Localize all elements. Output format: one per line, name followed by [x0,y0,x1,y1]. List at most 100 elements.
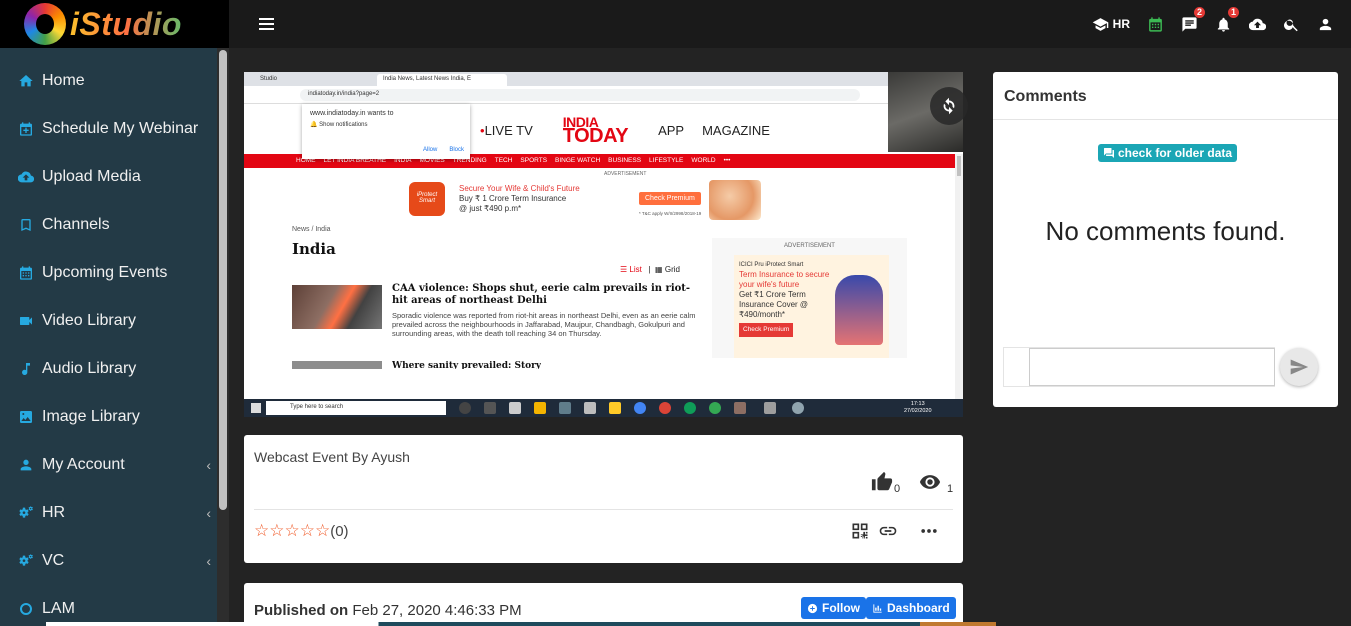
profile-button[interactable] [1317,16,1334,33]
site-heading: India [292,240,336,258]
recorded-browser-tabs: Studio India News, Latest News India, E [244,72,888,86]
cogs-icon [19,554,33,566]
article2-thumbnail [292,361,382,369]
sidebar-item-label: Video Library [42,312,136,329]
hr-menu[interactable]: HR [1092,16,1130,33]
sidebar-item-label: Audio Library [42,360,137,377]
taskbar-app-icon [792,402,804,414]
site-magazine: MAGAZINE [702,122,770,138]
notifications-button[interactable]: 1 [1215,6,1239,33]
sidebar-item-audio-library[interactable]: Audio Library [0,345,215,393]
notifications-badge: 1 [1227,6,1239,18]
taskbar-app-icon [509,402,521,414]
sidebar-item-video-library[interactable]: Video Library [0,297,215,345]
sidebar-item-upload-media[interactable]: Upload Media [0,153,215,201]
star-rating-icons[interactable]: ☆☆☆☆☆ [254,521,330,540]
dashboard-button[interactable]: Dashboard [866,597,956,619]
user-icon [20,459,32,471]
comments-icon [1104,148,1114,158]
upload-button[interactable] [1249,16,1266,33]
video-icon [20,317,32,325]
sidebar-item-lam[interactable]: LAM [0,585,215,626]
more-horizontal-icon [921,529,937,533]
bottom-content-edge [46,622,996,626]
sidebar-item-schedule-webinar[interactable]: Schedule My Webinar [0,105,215,153]
article-body: Sporadic violence was reported from riot… [392,311,696,338]
rating-count: (0) [330,523,349,540]
recorded-tab: Studio [260,76,278,82]
sidebar-item-label: Channels [42,216,110,233]
site-ad-label: ADVERTISEMENT [604,171,647,177]
messages-button[interactable]: 2 [1181,6,1205,33]
sidebar-item-my-account[interactable]: My Account ‹ [0,441,215,489]
thumbs-up-icon [871,471,893,491]
sidebar-item-label: Schedule My Webinar [42,120,199,137]
video-player[interactable]: Studio India News, Latest News India, E … [244,72,963,417]
windows-start-icon [251,403,261,413]
taskbar-search: Type here to search [266,401,446,415]
sidebar: Home Schedule My Webinar Upload Media Ch… [0,48,229,626]
calendar-button[interactable] [1147,16,1164,33]
taskbar-app-icon [634,402,646,414]
sidebar-item-hr[interactable]: HR ‹ [0,489,215,537]
like-button[interactable]: 0 [871,471,900,495]
search-icon [1284,19,1298,31]
user-icon [1319,18,1332,30]
sidebar-scrollbar[interactable] [219,50,227,510]
recorded-tab-active: India News, Latest News India, E [377,74,507,86]
top-bar: iStudio HR 2 1 [0,0,1351,48]
menu-toggle-icon[interactable] [259,18,274,31]
qr-code-icon [852,523,868,539]
comments-panel: Comments check for older data No comment… [993,72,1338,407]
logo-text: iStudio [70,5,182,42]
sidebar-item-label: My Account [42,456,125,473]
follow-button[interactable]: Follow [801,597,866,619]
comment-input[interactable] [1029,348,1275,386]
recorded-notification-popup: www.indiatoday.in wants to 🔔 Show notifi… [302,104,470,159]
link-icon [879,526,897,536]
hr-label: HR [1112,17,1130,31]
taskbar-app-icon [734,402,746,414]
taskbar-app-icon [584,402,596,414]
taskbar-app-icon [609,402,621,414]
messages-badge: 2 [1193,6,1205,18]
check-older-data-button[interactable]: check for older data [1098,144,1238,162]
sidebar-item-label: LAM [42,600,75,617]
site-header: •LIVE TV INDIA TODAY APP MAGAZINE [480,114,770,147]
sidebar-item-home[interactable]: Home [0,57,215,105]
ad-brand-badge: iProtect Smart [409,182,445,216]
qr-code-button[interactable] [850,521,870,541]
recorded-address-bar: indiatoday.in/india?page=2 [244,86,888,104]
published-label: Published on [254,602,349,619]
chevron-left-icon: ‹ [206,505,211,521]
cloud-upload-icon [1249,18,1266,30]
copy-link-button[interactable] [878,521,898,541]
graduation-cap-icon [1092,17,1108,31]
sidebar-item-label: VC [42,552,65,569]
article-title: CAA violence: Shops shut, eerie calm pre… [392,283,691,306]
rating-stars[interactable]: ☆☆☆☆☆(0) [254,521,349,541]
divider [254,509,953,510]
message-icon [1182,16,1197,32]
refresh-stream-button[interactable] [930,87,968,125]
bell-icon [1217,17,1230,32]
sidebar-item-channels[interactable]: Channels [0,201,215,249]
sidebar-item-vc[interactable]: VC ‹ [0,537,215,585]
send-comment-button[interactable] [1280,348,1318,386]
event-title: Webcast Event By Ayush [254,449,410,465]
calendar-icon [20,266,32,280]
sidebar-item-image-library[interactable]: Image Library [0,393,215,441]
more-options-button[interactable] [919,521,939,541]
logo-mark-icon [24,3,66,45]
recorded-url: indiatoday.in/india?page=2 [300,89,860,101]
comment-input-wrapper [1003,347,1275,387]
taskbar-app-icon [459,402,471,414]
taskbar-app-icon [659,402,671,414]
taskbar-app-icon [534,402,546,414]
site-live-tv: LIVE TV [484,122,533,138]
taskbar-app-icon [559,402,571,414]
sidebar-item-upcoming-events[interactable]: Upcoming Events [0,249,215,297]
search-button[interactable] [1283,16,1300,33]
app-logo[interactable]: iStudio [0,0,229,48]
calendar-icon [1149,16,1162,32]
